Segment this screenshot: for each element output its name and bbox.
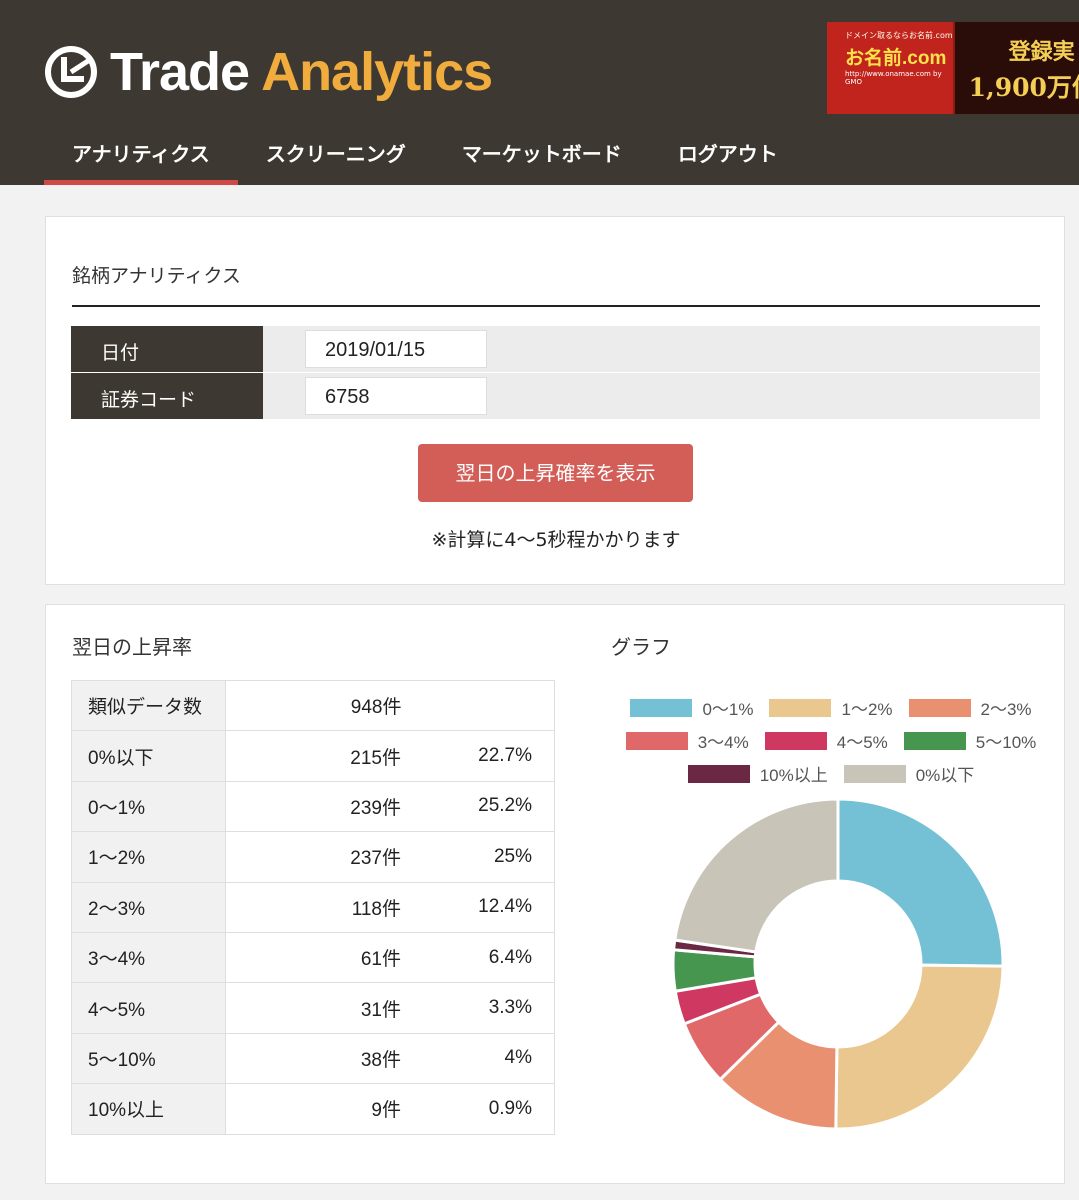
row-count: 215件 — [225, 730, 409, 782]
legend-label: 3〜4% — [697, 733, 749, 752]
row-count: 948件 — [225, 679, 409, 732]
row-label: 4〜5% — [71, 982, 226, 1034]
code-input[interactable]: 6758 — [305, 377, 487, 415]
legend-swatch — [630, 698, 693, 717]
row-count: 38件 — [225, 1032, 409, 1085]
row-percent: 25% — [408, 831, 555, 883]
row-label: 5〜10% — [71, 1032, 226, 1085]
legend-item[interactable]: 3〜4% — [625, 728, 749, 753]
calc-note: ※計算に4〜5秒程かかります — [431, 529, 681, 551]
table-row: 0〜1% 239件 25.2% — [71, 780, 555, 833]
row-label: 10%以上 — [71, 1083, 226, 1135]
row-percent — [408, 679, 555, 732]
table-row: 3〜4% 61件 6.4% — [71, 931, 555, 984]
legend-swatch — [764, 731, 827, 750]
row-label: 0%以下 — [71, 730, 226, 782]
ad-count: 1,900万件 — [968, 73, 1079, 102]
nav-analytics[interactable]: アナリティクス — [44, 130, 238, 185]
legend-item[interactable]: 5〜10% — [903, 728, 1037, 753]
legend-label: 10%以上 — [759, 766, 828, 785]
legend-label: 4〜5% — [836, 733, 888, 752]
ad-small-text: ドメイン取るならお名前.com — [845, 31, 953, 40]
logo[interactable]: Trade Analytics — [44, 40, 493, 104]
ad-headline: 登録実 — [1008, 39, 1075, 65]
ad-url: http://www.onamae.com by GMO — [845, 70, 942, 86]
row-percent: 4% — [408, 1032, 555, 1085]
date-row: 日付 2019/01/15 — [71, 326, 1040, 372]
row-label: 0〜1% — [71, 780, 226, 833]
donut-slice[interactable] — [836, 798, 1004, 968]
legend-row: 10%以上 0%以下 — [611, 757, 1051, 790]
nav-market-board[interactable]: マーケットボード — [434, 130, 650, 185]
legend-swatch — [843, 764, 906, 783]
row-label: 1〜2% — [71, 831, 226, 883]
logo-text-analytics: Analytics — [261, 42, 493, 102]
legend-item[interactable]: 10%以上 — [687, 761, 828, 786]
row-label: 2〜3% — [71, 881, 226, 933]
logo-text-trade: Trade — [110, 42, 250, 102]
legend-item[interactable]: 1〜2% — [769, 695, 893, 720]
table-row: 2〜3% 118件 12.4% — [71, 881, 555, 933]
table-row: 0%以下 215件 22.7% — [71, 730, 555, 782]
results-panel: 翌日の上昇率 グラフ 類似データ数 948件 0%以下 215件 22.7% 0〜1% 23… — [45, 604, 1065, 1184]
row-count: 239件 — [225, 780, 409, 833]
results-table: 類似データ数 948件 0%以下 215件 22.7% 0〜1% 239件 25.2% 1〜2%… — [71, 679, 555, 1135]
table-row: 4〜5% 31件 3.3% — [71, 982, 555, 1034]
row-percent: 25.2% — [408, 780, 555, 833]
date-label: 日付 — [71, 326, 263, 372]
legend-swatch — [903, 731, 966, 750]
code-row: 証券コード 6758 — [71, 373, 1040, 419]
panel-title: 銘柄アナリティクス — [72, 265, 241, 287]
graph-title: グラフ — [611, 635, 671, 659]
results-title: 翌日の上昇率 — [72, 635, 192, 659]
table-row: 類似データ数 948件 — [71, 679, 555, 732]
donut-chart — [672, 798, 1004, 1130]
table-row: 5〜10% 38件 4% — [71, 1032, 555, 1085]
legend-label: 2〜3% — [980, 700, 1032, 719]
legend-label: 0%以下 — [915, 766, 975, 785]
legend-item[interactable]: 0%以下 — [843, 761, 975, 786]
chart-legend: 0〜1% 1〜2% 2〜3% 3〜4% 4〜5% 5〜10% 10%以上 0%以下 — [611, 691, 1051, 790]
donut-slice[interactable] — [834, 963, 1004, 1130]
ad-brand: お名前.com — [845, 48, 947, 69]
ad-banner[interactable]: ドメイン取るならお名前.com お名前.com http://www.onama… — [827, 22, 1079, 114]
nav-logout[interactable]: ログアウト — [650, 130, 806, 185]
legend-item[interactable]: 2〜3% — [908, 695, 1032, 720]
row-percent: 0.9% — [408, 1083, 555, 1135]
legend-item[interactable]: 0〜1% — [630, 695, 753, 720]
code-label: 証券コード — [71, 373, 263, 419]
title-divider — [72, 305, 1040, 307]
legend-swatch — [687, 764, 750, 783]
table-row: 1〜2% 237件 25% — [71, 831, 555, 883]
legend-swatch — [908, 698, 971, 717]
row-percent: 3.3% — [408, 982, 555, 1034]
row-count: 237件 — [225, 831, 409, 883]
row-label: 類似データ数 — [71, 679, 226, 732]
legend-row: 0〜1% 1〜2% 2〜3% — [611, 691, 1051, 724]
legend-swatch — [625, 731, 688, 750]
row-percent: 12.4% — [408, 881, 555, 933]
legend-label: 0〜1% — [702, 700, 754, 719]
logo-icon — [45, 46, 97, 98]
donut-slice[interactable] — [673, 798, 840, 954]
row-count: 31件 — [225, 982, 409, 1034]
row-count: 9件 — [225, 1083, 409, 1135]
show-probability-button[interactable]: 翌日の上昇確率を表示 — [418, 444, 693, 502]
row-count: 118件 — [225, 881, 409, 933]
legend-label: 1〜2% — [841, 700, 893, 719]
row-count: 61件 — [225, 931, 409, 984]
row-percent: 22.7% — [408, 730, 555, 782]
legend-swatch — [769, 698, 832, 717]
row-label: 3〜4% — [71, 931, 226, 984]
app-header: Trade Analytics ドメイン取るならお名前.com お名前.com … — [0, 0, 1079, 185]
legend-label: 5〜10% — [975, 733, 1037, 752]
date-input[interactable]: 2019/01/15 — [305, 330, 487, 368]
nav-screening[interactable]: スクリーニング — [238, 130, 434, 185]
row-percent: 6.4% — [408, 931, 555, 984]
analytics-form-panel: 銘柄アナリティクス 日付 2019/01/15 証券コード 6758 翌日の上昇… — [45, 216, 1065, 585]
table-row: 10%以上 9件 0.9% — [71, 1083, 555, 1135]
legend-row: 3〜4% 4〜5% 5〜10% — [611, 724, 1051, 757]
legend-item[interactable]: 4〜5% — [764, 728, 888, 753]
main-nav: アナリティクス スクリーニング マーケットボード ログアウト — [44, 130, 806, 185]
